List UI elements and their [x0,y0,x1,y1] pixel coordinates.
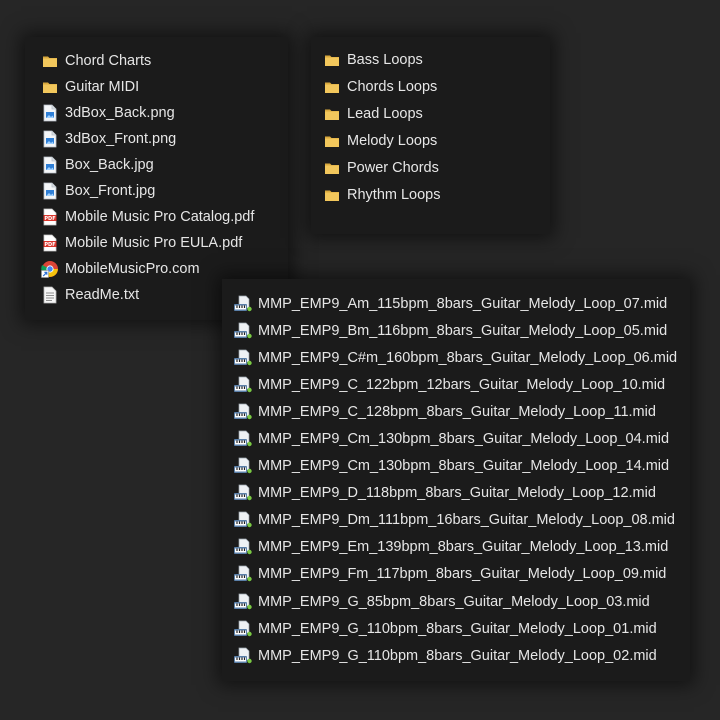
image-file-icon [41,156,59,174]
list-item-mobile-music-pro-catalog-pdf[interactable]: PDF Mobile Music Pro Catalog.pdf [41,204,254,230]
list-item-melody-loops[interactable]: Melody Loops [323,127,441,154]
item-label: MMP_EMP9_Bm_116bpm_8bars_Guitar_Melody_L… [258,322,668,339]
item-label: Lead Loops [347,105,423,122]
list-item-mmp-emp9-c-m-160bpm-8bars-guitar-melody-loop-06-mid[interactable]: MMP_EMP9_C#m_160bpm_8bars_Guitar_Melody_… [233,344,677,371]
item-label: MMP_EMP9_Em_139bpm_8bars_Guitar_Melody_L… [258,539,669,556]
midi-file-icon [233,430,253,448]
midi-file-icon [233,565,253,583]
list-item-mmp-emp9-em-139bpm-8bars-guitar-melody-loop-13-mid[interactable]: MMP_EMP9_Em_139bpm_8bars_Guitar_Melody_L… [233,534,677,561]
item-label: MMP_EMP9_D_118bpm_8bars_Guitar_Melody_Lo… [258,485,656,502]
list-item-mmp-emp9-am-115bpm-8bars-guitar-melody-loop-07-mid[interactable]: MMP_EMP9_Am_115bpm_8bars_Guitar_Melody_L… [233,290,677,317]
midi-file-icon [233,295,253,313]
item-label: MMP_EMP9_C_128bpm_8bars_Guitar_Melody_Lo… [258,403,656,420]
folder-icon [323,51,341,69]
folder-icon [41,52,59,70]
item-label: Mobile Music Pro EULA.pdf [65,235,243,251]
midi-file-icon [233,538,253,556]
list-item-mmp-emp9-cm-130bpm-8bars-guitar-melody-loop-14-mid[interactable]: MMP_EMP9_Cm_130bpm_8bars_Guitar_Melody_L… [233,453,677,480]
midi-file-icon [233,484,253,502]
list-item-mmp-emp9-c-122bpm-12bars-guitar-melody-loop-10-mid[interactable]: MMP_EMP9_C_122bpm_12bars_Guitar_Melody_L… [233,371,677,398]
list-item-mmp-emp9-g-110bpm-8bars-guitar-melody-loop-01-mid[interactable]: MMP_EMP9_G_110bpm_8bars_Guitar_Melody_Lo… [233,615,677,642]
file-list-panel: Chord Charts Guitar MIDI 3dBox_Back.png 3dB… [25,37,288,320]
list-item-mmp-emp9-dm-111bpm-16bars-guitar-melody-loop-08-mid[interactable]: MMP_EMP9_Dm_111bpm_16bars_Guitar_Melody_… [233,507,677,534]
svg-text:PDF: PDF [44,242,55,248]
folder-icon [323,78,341,96]
item-label: Box_Back.jpg [65,157,154,173]
image-file-icon [41,182,59,200]
midi-file-icon [233,403,253,421]
list-item-mmp-emp9-fm-117bpm-8bars-guitar-melody-loop-09-mid[interactable]: MMP_EMP9_Fm_117bpm_8bars_Guitar_Melody_L… [233,561,677,588]
item-label: MMP_EMP9_Dm_111bpm_16bars_Guitar_Melody_… [258,512,675,529]
item-label: MMP_EMP9_G_110bpm_8bars_Guitar_Melody_Lo… [258,620,657,637]
list-item-mmp-emp9-d-118bpm-8bars-guitar-melody-loop-12-mid[interactable]: MMP_EMP9_D_118bpm_8bars_Guitar_Melody_Lo… [233,480,677,507]
chrome-shortcut-icon [41,260,59,278]
item-label: Guitar MIDI [65,79,140,95]
pdf-file-icon: PDF [41,208,59,226]
text-file-icon [41,286,59,304]
list-item-mmp-emp9-cm-130bpm-8bars-guitar-melody-loop-04-mid[interactable]: MMP_EMP9_Cm_130bpm_8bars_Guitar_Melody_L… [233,425,677,452]
midi-file-icon [233,647,253,665]
item-label: ReadMe.txt [65,287,140,303]
list-item-3dbox-front-png[interactable]: 3dBox_Front.png [41,126,254,152]
list-item-box-front-jpg[interactable]: Box_Front.jpg [41,178,254,204]
item-label: Mobile Music Pro Catalog.pdf [65,209,255,225]
item-label: MobileMusicPro.com [65,261,200,277]
list-item-mobile-music-pro-eula-pdf[interactable]: PDF Mobile Music Pro EULA.pdf [41,230,254,256]
midi-file-icon [233,349,253,367]
item-label: Chord Charts [65,53,152,69]
loop-folder-list: Bass Loops Chords Loops Lead Loops Melody L… [323,46,441,208]
item-label: MMP_EMP9_C#m_160bpm_8bars_Guitar_Melody_… [258,349,678,366]
item-label: 3dBox_Front.png [65,131,177,147]
list-item-box-back-jpg[interactable]: Box_Back.jpg [41,152,254,178]
item-label: Box_Front.jpg [65,183,156,199]
item-label: Chords Loops [347,78,438,95]
svg-text:PDF: PDF [44,216,55,222]
loop-folder-panel: Bass Loops Chords Loops Lead Loops Melody L… [311,37,550,234]
folder-icon [41,78,59,96]
item-label: Power Chords [347,159,439,176]
list-item-lead-loops[interactable]: Lead Loops [323,100,441,127]
item-label: Bass Loops [347,51,423,68]
pdf-file-icon: PDF [41,234,59,252]
item-label: MMP_EMP9_Fm_117bpm_8bars_Guitar_Melody_L… [258,566,667,583]
item-label: Melody Loops [347,132,438,149]
list-item-rhythm-loops[interactable]: Rhythm Loops [323,181,441,208]
midi-file-list: MMP_EMP9_Am_115bpm_8bars_Guitar_Melody_L… [233,290,677,669]
folder-icon [323,132,341,150]
folder-icon [323,105,341,123]
list-item-mmp-emp9-bm-116bpm-8bars-guitar-melody-loop-05-mid[interactable]: MMP_EMP9_Bm_116bpm_8bars_Guitar_Melody_L… [233,317,677,344]
midi-file-icon [233,593,253,611]
list-item-mmp-emp9-c-128bpm-8bars-guitar-melody-loop-11-mid[interactable]: MMP_EMP9_C_128bpm_8bars_Guitar_Melody_Lo… [233,398,677,425]
image-file-icon [41,104,59,122]
list-item-guitar-midi[interactable]: Guitar MIDI [41,74,254,100]
file-list: Chord Charts Guitar MIDI 3dBox_Back.png 3dB… [41,48,254,308]
list-item-chord-charts[interactable]: Chord Charts [41,48,254,74]
item-label: Rhythm Loops [347,186,441,203]
midi-file-icon [233,376,253,394]
midi-file-panel: MMP_EMP9_Am_115bpm_8bars_Guitar_Melody_L… [222,279,690,681]
folder-icon [323,159,341,177]
midi-file-icon [233,322,253,340]
list-item-mmp-emp9-g-85bpm-8bars-guitar-melody-loop-03-mid[interactable]: MMP_EMP9_G_85bpm_8bars_Guitar_Melody_Loo… [233,588,677,615]
item-label: MMP_EMP9_Cm_130bpm_8bars_Guitar_Melody_L… [258,458,670,475]
midi-file-icon [233,620,253,638]
midi-file-icon [233,457,253,475]
list-item-power-chords[interactable]: Power Chords [323,154,441,181]
list-item-3dbox-back-png[interactable]: 3dBox_Back.png [41,100,254,126]
item-label: 3dBox_Back.png [65,105,175,121]
image-file-icon [41,130,59,148]
item-label: MMP_EMP9_Cm_130bpm_8bars_Guitar_Melody_L… [258,431,670,448]
list-item-chords-loops[interactable]: Chords Loops [323,73,441,100]
list-item-bass-loops[interactable]: Bass Loops [323,46,441,73]
midi-file-icon [233,511,253,529]
item-label: MMP_EMP9_G_110bpm_8bars_Guitar_Melody_Lo… [258,647,657,664]
item-label: MMP_EMP9_G_85bpm_8bars_Guitar_Melody_Loo… [258,593,650,610]
list-item-mmp-emp9-g-110bpm-8bars-guitar-melody-loop-02-mid[interactable]: MMP_EMP9_G_110bpm_8bars_Guitar_Melody_Lo… [233,642,677,669]
folder-icon [323,186,341,204]
item-label: MMP_EMP9_C_122bpm_12bars_Guitar_Melody_L… [258,376,666,393]
item-label: MMP_EMP9_Am_115bpm_8bars_Guitar_Melody_L… [258,295,668,312]
